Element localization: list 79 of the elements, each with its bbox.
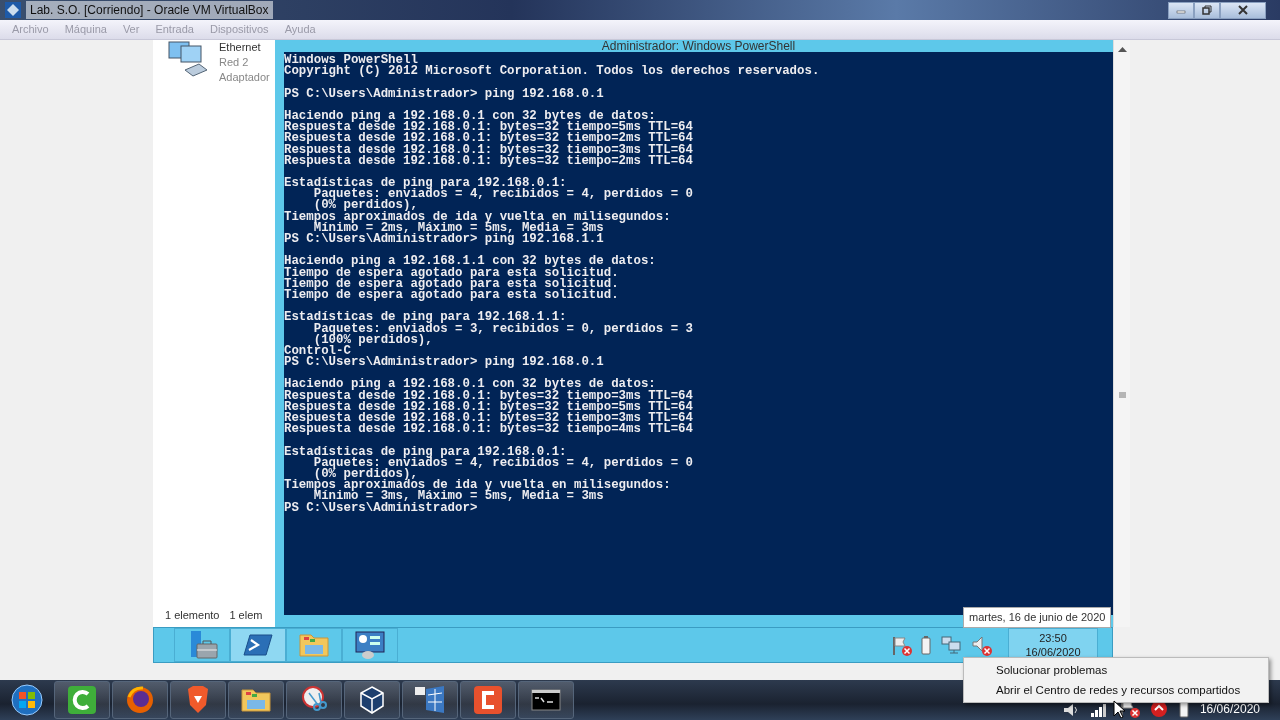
taskbar-button[interactable] [112,681,168,719]
device-detail: Adaptador [219,70,270,85]
taskbar-button[interactable] [286,681,342,719]
console-line: PS C:\Users\Administrador> ping 192.168.0.1 [284,357,604,369]
taskbar-button[interactable] [344,681,400,719]
console-line: Mínimo = 3ms, Máximo = 5ms, Media = 3ms [313,491,604,503]
scrollbar[interactable] [1113,40,1130,627]
console-line: Estadísticas de ping para 192.168.1.1: [284,312,567,324]
powershell-icon [243,633,273,657]
minimize-button[interactable] [1168,1,1194,19]
console-line: Tiempo de espera agotado para esta solicitud. [284,289,619,302]
console-line: Respuesta desde 192.168.0.1: bytes=32 tiempo=5ms TTL=64 [284,401,693,413]
clock-date: 16/06/2020 [1025,645,1081,659]
menu-item[interactable]: Ver [114,21,148,38]
console-line: Paquetes: enviados = 4, recibidos = 4, perdidos = 0 [312,457,693,469]
console-line: PS C:\Users\Administrador> ping 192.168.1.1 [284,234,604,246]
status-text: 1 elemento [165,607,220,623]
scroll-up-icon [1117,46,1127,52]
console-line: PS C:\Users\Administrador> [284,502,478,514]
device-detail: Red 2 [219,55,250,70]
clock-time: 23:50 [1039,631,1067,645]
taskbar-button[interactable] [54,681,110,719]
menu-item[interactable]: Archivo [4,21,57,38]
taskbar-button[interactable] [402,681,458,719]
cube-icon [357,685,387,715]
status-text: 1 elem [229,607,263,623]
console-line: Copyright (C) 2012 Microsoft Corporation. Todos los derechos reservados. [284,66,820,78]
virtualbox-app-icon [4,1,22,19]
flag-icon [890,634,912,656]
console-line: (0% perdidos), [313,468,418,481]
console-line: Respuesta desde 192.168.0.1: bytes=32 tiempo=2ms TTL=64 [284,155,693,167]
console-line: Respuesta desde 192.168.0.1: bytes=32 tiempo=3ms TTL=64 [284,144,693,156]
command-prompt-icon [531,688,561,712]
restore-button[interactable] [1194,1,1220,19]
scroll-grip-icon [1118,392,1126,398]
folder-icon [298,631,330,659]
control-panel-icon [354,630,386,660]
date-tooltip: martes, 16 de junio de 2020 [963,607,1112,628]
console-line: (100% perdidos), [313,334,433,346]
console-line: Mínimo = 2ms, Máximo = 5ms, Media = 3ms [313,222,604,234]
console-line: Paquetes: enviados = 3, recibidos = 0, perdidos = 3 [312,323,693,335]
device-name: Ethernet [219,40,262,55]
console-line: PS C:\Users\Administrador> ping 192.168.0.1 [284,88,604,100]
restore-icon [1202,5,1212,15]
menu-item[interactable]: Entrada [147,21,202,38]
c-logo-icon [67,685,97,715]
windows-orb-icon [10,683,44,717]
menu-item[interactable]: Abrir el Centro de redes y recursos compartidos [964,680,1241,700]
window-title: Lab. S.O. [Corriendo] - Oracle VM VirtualBox [26,1,273,19]
console-line: Estadísticas de ping para 192.168.0.1: [284,446,567,458]
menu-item[interactable]: Máquina [56,21,115,38]
signal-bars-icon [1089,702,1108,718]
firefox-icon [125,685,155,715]
console-line: Respuesta desde 192.168.0.1: bytes=32 tiempo=2ms TTL=64 [284,133,693,145]
folder-icon [240,686,272,714]
taskbar-button[interactable] [460,681,516,719]
menu-item[interactable]: Ayuda [276,21,324,38]
console-line: Tiempo de espera agotado para esta solicitud. [284,278,619,290]
console-line: Tiempo de espera agotado para esta solicitud. [284,267,619,279]
taskbar-button[interactable] [518,681,574,719]
console-line: Respuesta desde 192.168.0.1: bytes=32 tiempo=3ms TTL=64 [284,390,693,402]
mouse-pointer-icon [1113,700,1125,718]
console-line: Haciendo ping a 192.168.1.1 con 32 bytes de datos: [284,256,656,268]
speaker-icon [1061,702,1080,718]
network-icon [940,635,962,655]
close-button[interactable] [1220,1,1266,19]
close-icon [1237,5,1249,15]
window-title: Administrador: Windows PowerShell [600,40,797,52]
windows-flag-icon [414,685,446,715]
menu-item[interactable]: Dispositivos [201,21,277,38]
console-line: (0% perdidos), [313,200,418,212]
console-line: Respuesta desde 192.168.0.1: bytes=32 tiempo=4ms TTL=64 [284,424,693,436]
taskbar-button[interactable] [342,628,398,662]
menu-item[interactable]: Solucionar problemas [964,660,1108,680]
clock-date: 16/06/2020 [1199,701,1260,718]
c-logo-icon [473,685,503,715]
taskbar-button[interactable] [228,681,284,719]
battery-icon [920,635,932,655]
console-line: Haciendo ping a 192.168.0.1 con 32 bytes de datos: [284,379,656,391]
